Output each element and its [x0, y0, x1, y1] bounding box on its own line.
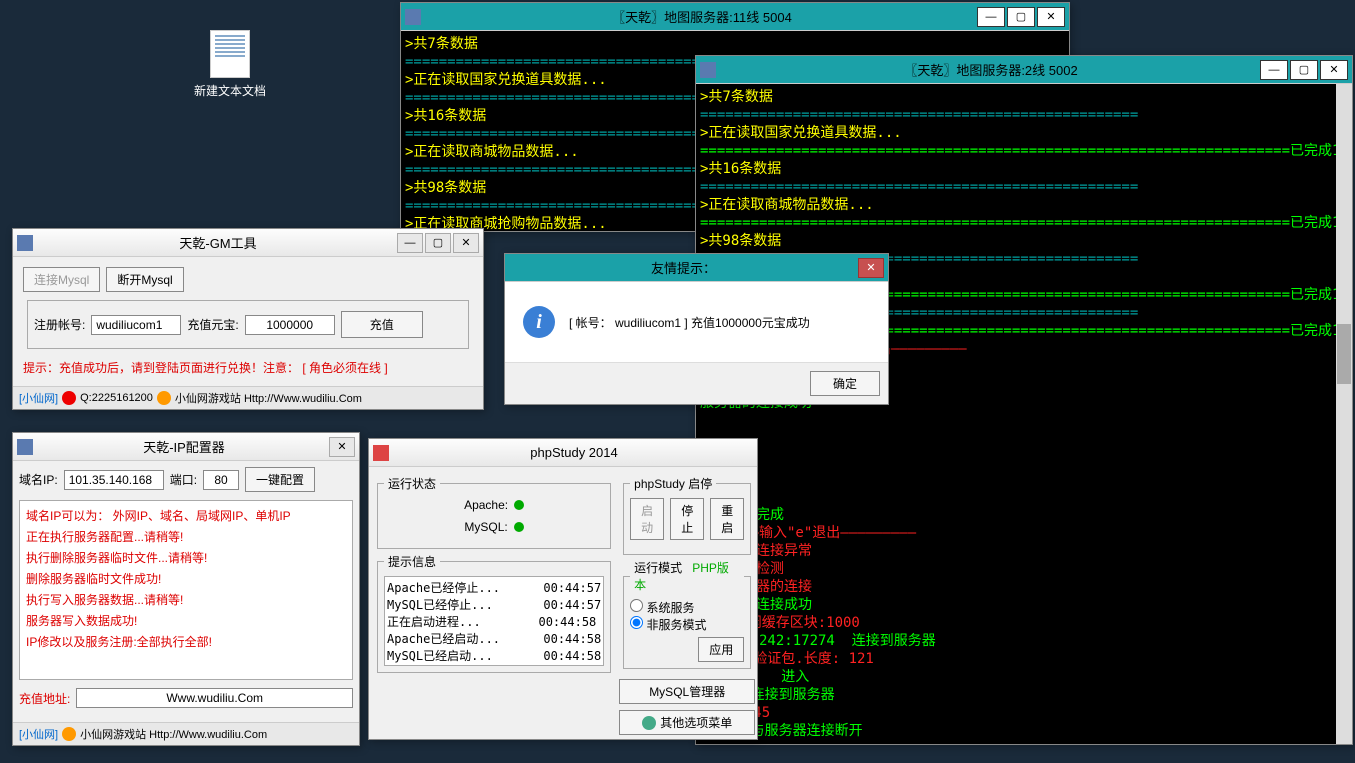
minimize-button[interactable]: — [397, 233, 423, 253]
dialog-message: [ 帐号： wudiliucom1 ] 充值1000000元宝成功 [569, 314, 810, 331]
tips-box: Apache已经停止... 00:44:57 MySQL已经停止... 00:4… [384, 576, 604, 666]
console2-body: >共7条数据==================================… [696, 84, 1352, 744]
reg-account-input[interactable] [91, 315, 181, 335]
disconnect-mysql-button[interactable]: 断开Mysql [106, 267, 183, 292]
tips-legend: 提示信息 [384, 553, 440, 570]
stop-button[interactable]: 停止 [670, 498, 704, 540]
restart-button[interactable]: 重启 [710, 498, 744, 540]
app-icon [17, 235, 33, 251]
port-label: 端口: [170, 471, 197, 488]
close-button[interactable]: ✕ [1037, 7, 1065, 27]
php-titlebar[interactable]: phpStudy 2014 [369, 439, 757, 467]
ip-titlebar[interactable]: 天乾-IP配置器 ✕ [13, 433, 359, 461]
footer-qq: Q:2225161200 [80, 392, 153, 404]
mysql-manager-button[interactable]: MySQL管理器 [619, 679, 755, 704]
port-input[interactable] [203, 470, 239, 490]
run-mode-legend: 运行模式 [634, 561, 682, 575]
txt-file-icon [210, 30, 250, 78]
info-dialog: 友情提示： ✕ i [ 帐号： wudiliucom1 ] 充值1000000元… [504, 253, 889, 405]
qq-icon [62, 391, 76, 405]
recharge-button[interactable]: 充值 [341, 311, 423, 338]
console1-titlebar[interactable]: 〖天乾〗地图服务器:11线 5004 — ▢ ✕ [401, 3, 1069, 31]
gm-title: 天乾-GM工具 [39, 233, 397, 252]
close-button[interactable]: ✕ [453, 233, 479, 253]
domain-ip-label: 域名IP: [19, 471, 58, 488]
ip-log-box: 域名IP可以为： 外网IP、域名、局域网IP、单机IP正在执行服务器配置...请… [19, 500, 353, 680]
start-button[interactable]: 启动 [630, 498, 664, 540]
footer-xian-link[interactable]: [小仙网] [19, 726, 58, 742]
reg-account-label: 注册帐号: [34, 316, 85, 333]
domain-ip-input[interactable] [64, 470, 164, 490]
dialog-close-button[interactable]: ✕ [858, 258, 884, 278]
nonservice-mode-radio[interactable]: 非服务模式 [630, 618, 706, 632]
maximize-button[interactable]: ▢ [1007, 7, 1035, 27]
recharge-amount-input[interactable] [245, 315, 335, 335]
dialog-ok-button[interactable]: 确定 [810, 371, 880, 396]
scrollbar[interactable] [1336, 84, 1352, 744]
footer-xian-link[interactable]: [小仙网] [19, 390, 58, 406]
recharge-label: 充值元宝: [187, 316, 238, 333]
console2-title: 〖天乾〗地图服务器:2线 5002 [722, 60, 1260, 79]
minimize-button[interactable]: — [977, 7, 1005, 27]
desktop-icon-label: 新建文本文档 [190, 82, 270, 99]
recharge-addr-label: 充值地址: [19, 690, 70, 707]
connect-mysql-button[interactable]: 连接Mysql [23, 267, 100, 292]
phpstudy-window: phpStudy 2014 运行状态 Apache: MySQL: 提示信息 A… [368, 438, 758, 740]
maximize-button[interactable]: ▢ [1290, 60, 1318, 80]
gear-icon [642, 716, 656, 730]
dialog-title: 友情提示： [509, 258, 858, 277]
phpstudy-icon [373, 445, 389, 461]
globe-icon [62, 727, 76, 741]
dialog-titlebar[interactable]: 友情提示： ✕ [505, 254, 888, 282]
globe-icon [157, 391, 171, 405]
recharge-addr-input[interactable] [76, 688, 353, 708]
desktop-file-icon[interactable]: 新建文本文档 [190, 30, 270, 99]
console1-title: 〖天乾〗地图服务器:11线 5004 [427, 7, 977, 26]
app-icon [17, 439, 33, 455]
apache-status-dot [514, 500, 524, 510]
ip-config-window: 天乾-IP配置器 ✕ 域名IP: 端口: 一键配置 域名IP可以为： 外网IP、… [12, 432, 360, 746]
minimize-button[interactable]: — [1260, 60, 1288, 80]
one-click-config-button[interactable]: 一键配置 [245, 467, 315, 492]
mysql-status-dot [514, 522, 524, 532]
other-options-button[interactable]: 其他选项菜单 [619, 710, 755, 735]
gm-titlebar[interactable]: 天乾-GM工具 — ▢ ✕ [13, 229, 483, 257]
gm-tool-window: 天乾-GM工具 — ▢ ✕ 连接Mysql 断开Mysql 注册帐号: 充值元宝… [12, 228, 484, 410]
footer-site-link[interactable]: 小仙网游戏站 Http://Www.wudiliu.Com [175, 390, 362, 406]
close-button[interactable]: ✕ [1320, 60, 1348, 80]
close-button[interactable]: ✕ [329, 437, 355, 457]
app-icon [700, 62, 716, 78]
startstop-legend: phpStudy 启停 [630, 475, 716, 492]
gm-tip: 提示：充值成功后，请到登陆页面进行兑换！注意： [ 角色必须在线 ] [23, 359, 473, 376]
maximize-button[interactable]: ▢ [425, 233, 451, 253]
app-icon [405, 9, 421, 25]
ip-title: 天乾-IP配置器 [39, 437, 329, 456]
console2-titlebar[interactable]: 〖天乾〗地图服务器:2线 5002 — ▢ ✕ [696, 56, 1352, 84]
system-service-radio[interactable]: 系统服务 [630, 601, 694, 615]
apply-button[interactable]: 应用 [698, 637, 744, 662]
run-status-legend: 运行状态 [384, 475, 440, 492]
apache-label: Apache: [464, 498, 508, 512]
footer-site-link[interactable]: 小仙网游戏站 Http://Www.wudiliu.Com [80, 726, 267, 742]
mysql-label: MySQL: [464, 520, 507, 534]
php-title: phpStudy 2014 [395, 445, 753, 460]
info-icon: i [523, 306, 555, 338]
